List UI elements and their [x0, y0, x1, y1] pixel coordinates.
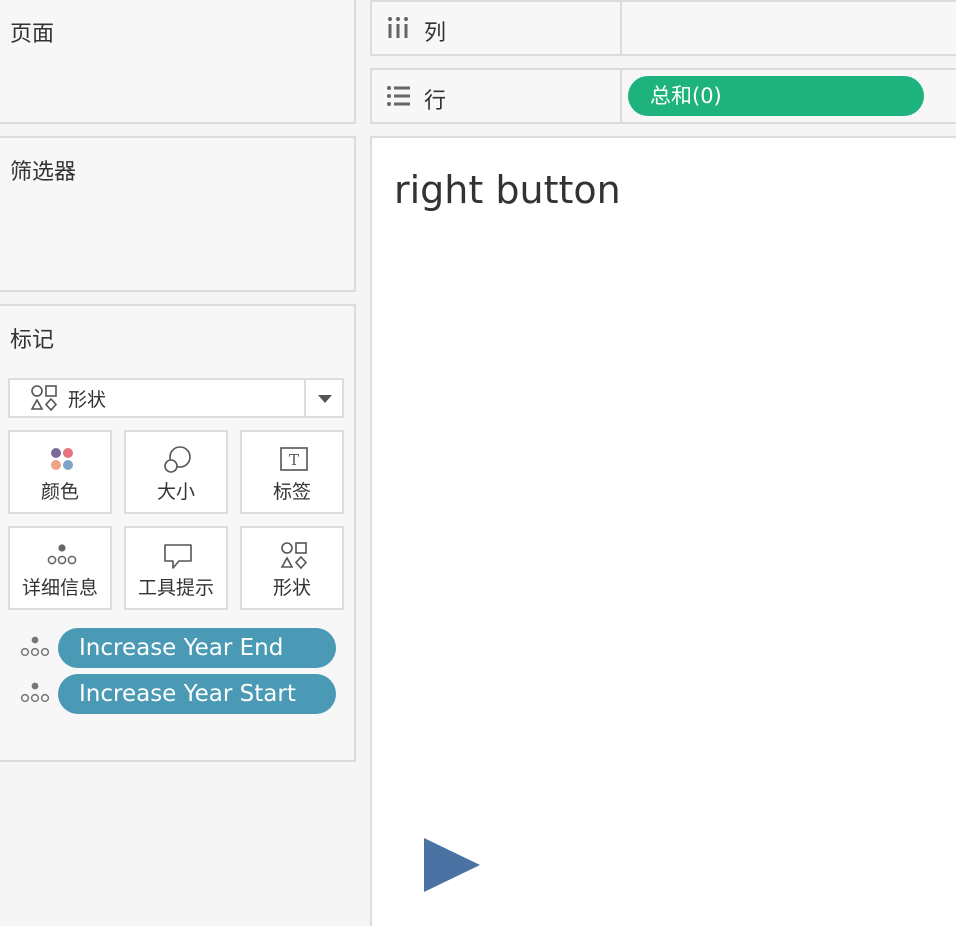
tableau-worksheet: 页面 筛选器 标记 形状 颜色 大小 T 标签 详细信息 工具提示 形状 Inc…: [0, 0, 956, 926]
view-canvas[interactable]: right button: [370, 136, 956, 926]
label-label: 标签: [272, 481, 311, 503]
size-label: 大小: [156, 481, 195, 503]
rows-measure-pill[interactable]: 总和(0): [628, 76, 924, 116]
tooltip-icon: [164, 544, 192, 569]
marks-field-row: Increase Year Start: [18, 674, 348, 714]
field-pill-increase-year-start[interactable]: Increase Year Start: [58, 674, 336, 714]
shape-button[interactable]: 形状: [240, 526, 344, 610]
marks-card: 标记 形状 颜色 大小 T 标签 详细信息 工具提示 形状 Increase Y…: [0, 304, 356, 762]
mark-type-dropdown[interactable]: 形状: [8, 378, 344, 418]
field-pill-increase-year-end[interactable]: Increase Year End: [58, 628, 336, 668]
color-icon: [51, 448, 73, 470]
label-icon: T: [280, 447, 308, 471]
tooltip-label: 工具提示: [137, 577, 214, 599]
columns-label: 列: [424, 21, 447, 46]
shapes-icon: [30, 385, 58, 412]
play-triangle-mark[interactable]: [422, 836, 482, 894]
svg-text:T: T: [289, 451, 299, 469]
dropdown-divider: [304, 380, 306, 416]
rows-shelf[interactable]: 行 总和(0): [370, 68, 956, 124]
marks-field-row: Increase Year End: [18, 628, 348, 668]
tooltip-button[interactable]: 工具提示: [124, 526, 228, 610]
filters-card[interactable]: 筛选器: [0, 136, 356, 292]
columns-shelf[interactable]: 列: [370, 0, 956, 56]
shape-label: 形状: [272, 577, 311, 599]
mark-type-label: 形状: [68, 388, 107, 411]
columns-icon: [388, 17, 408, 38]
label-button[interactable]: T 标签: [240, 430, 344, 514]
pages-card[interactable]: 页面: [0, 0, 356, 124]
color-button[interactable]: 颜色: [8, 430, 112, 514]
shelf-divider: [620, 2, 622, 54]
pages-title: 页面: [10, 22, 55, 47]
color-label: 颜色: [40, 481, 79, 503]
detail-icon: [47, 544, 77, 565]
size-button[interactable]: 大小: [124, 430, 228, 514]
chevron-down-icon[interactable]: [318, 395, 332, 403]
marks-title: 标记: [10, 328, 55, 353]
view-title: right button: [394, 168, 621, 212]
detail-button[interactable]: 详细信息: [8, 526, 112, 610]
shapes-icon: [280, 542, 308, 570]
size-icon: [164, 446, 191, 473]
detail-icon[interactable]: [18, 680, 52, 708]
detail-label: 详细信息: [21, 577, 98, 599]
detail-icon[interactable]: [18, 634, 52, 662]
filters-title: 筛选器: [10, 160, 77, 185]
rows-label: 行: [424, 89, 447, 114]
rows-icon: [387, 86, 410, 106]
shelf-divider: [620, 70, 622, 122]
